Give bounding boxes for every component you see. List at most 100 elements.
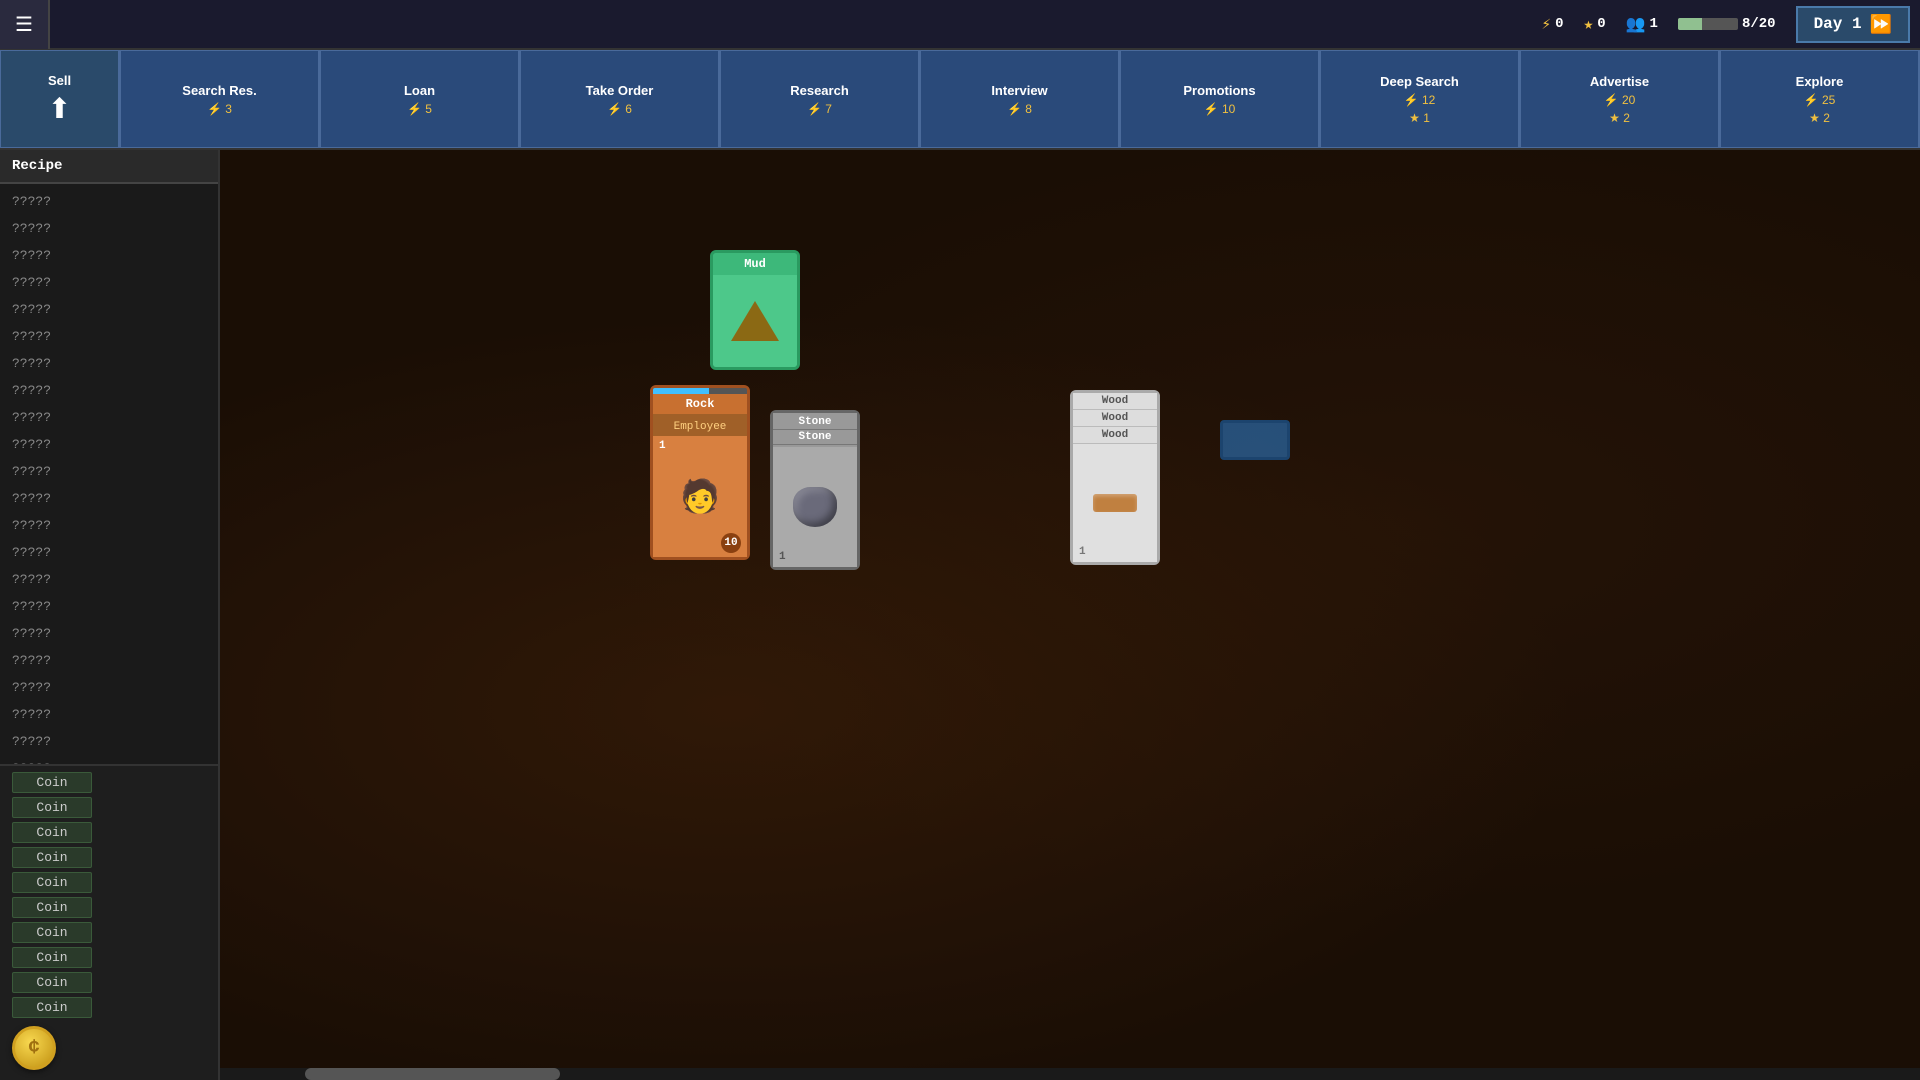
recipe-item[interactable]: ????? [0,323,218,350]
wood-card[interactable]: Wood Wood Wood 1 [1070,390,1160,565]
lightning-icon: ⚡ [1542,14,1552,34]
sell-icon: ⬆ [48,92,71,125]
coin-row: Coin [0,820,218,845]
recipe-item[interactable]: ????? [0,377,218,404]
rock-card-body: 1 🧑 10 [653,436,747,557]
coin-row: Coin [0,970,218,995]
coin-label[interactable]: Coin [12,847,92,868]
coin-label[interactable]: Coin [12,897,92,918]
coin-label[interactable]: Coin [12,822,92,843]
wood-sprite [1093,494,1137,512]
coin-label[interactable]: Coin [12,772,92,793]
horizontal-scrollbar[interactable] [220,1068,1920,1080]
deep-search-label: Deep Search [1380,74,1459,89]
header: ☰ ⚡ 0 ★ 0 👥 1 8/20 Day 1 ⏩ [0,0,1920,50]
deep-search-cost: ⚡ 12 [1404,93,1436,107]
menu-button[interactable]: ☰ [0,0,50,49]
promotions-label: Promotions [1183,83,1255,98]
coin-label[interactable]: Coin [12,797,92,818]
recipe-item[interactable]: ????? [0,188,218,215]
take-order-button[interactable]: Take Order ⚡ 6 [520,50,720,148]
star-value: 0 [1597,16,1605,32]
advertise-button[interactable]: Advertise ⚡ 20 ★ 2 [1520,50,1720,148]
interview-button[interactable]: Interview ⚡ 8 [920,50,1120,148]
wood-body: 1 [1073,444,1157,562]
blue-card-partial[interactable] [1220,420,1290,460]
mud-card[interactable]: Mud [710,250,800,370]
recipe-list[interactable]: ????????????????????????????????????????… [0,184,218,764]
day-display: Day 1 ⏩ [1796,6,1910,43]
search-res-button[interactable]: Search Res. ⚡ 3 [120,50,320,148]
advertise-cost: ⚡ 20 [1604,93,1636,107]
recipe-item[interactable]: ????? [0,593,218,620]
lightning-stat: ⚡ 0 [1542,14,1564,34]
sidebar-title: Recipe [0,150,218,184]
wood-title-rows: Wood Wood Wood [1073,393,1157,444]
recipe-item[interactable]: ????? [0,566,218,593]
coin-label[interactable]: Coin [12,947,92,968]
coin-row: Coin [0,920,218,945]
storage-value: 8/20 [1742,16,1776,32]
recipe-item[interactable]: ????? [0,620,218,647]
recipe-item[interactable]: ????? [0,458,218,485]
recipe-item[interactable]: ????? [0,431,218,458]
recipe-item[interactable]: ????? [0,242,218,269]
recipe-item[interactable]: ????? [0,539,218,566]
coin-row: Coin [0,995,218,1020]
recipe-item[interactable]: ????? [0,647,218,674]
coin-label[interactable]: Coin [12,872,92,893]
coin-row: Coin [0,770,218,795]
rock-employee-card[interactable]: Rock Employee 1 🧑 10 [650,385,750,560]
wood-title-2: Wood [1073,410,1157,427]
rock-subtitle: Employee [674,421,727,433]
recipe-item[interactable]: ????? [0,728,218,755]
game-area[interactable]: Mud Rock Employee 1 🧑 10 [220,150,1920,1080]
recipe-item[interactable]: ????? [0,404,218,431]
stone-number: 1 [779,551,786,563]
stone-title-2: Stone [773,430,857,445]
game-background [220,150,1920,1080]
loan-cost: ⚡ 5 [407,102,432,116]
explore-stars: ★ 2 [1809,111,1830,125]
worker-icon: 👥 [1626,14,1646,34]
research-button[interactable]: Research ⚡ 7 [720,50,920,148]
take-order-cost: ⚡ 6 [607,102,632,116]
wood-title-3: Wood [1073,427,1157,444]
star-icon: ★ [1584,14,1594,34]
recipe-item[interactable]: ????? [0,350,218,377]
deep-search-button[interactable]: Deep Search ⚡ 12 ★ 1 [1320,50,1520,148]
scrollbar-thumb[interactable] [305,1068,560,1080]
loan-button[interactable]: Loan ⚡ 5 [320,50,520,148]
recipe-item[interactable]: ????? [0,512,218,539]
recipe-item[interactable]: ????? [0,485,218,512]
stone-card[interactable]: Stone Stone 1 [770,410,860,570]
coin-label[interactable]: Coin [12,922,92,943]
advertise-stars: ★ 2 [1609,111,1630,125]
worker-value: 1 [1650,16,1658,32]
promotions-button[interactable]: Promotions ⚡ 10 [1120,50,1320,148]
worker-stat: 👥 1 [1626,14,1658,34]
coin-row: Coin [0,795,218,820]
storage-stat: 8/20 [1678,16,1776,32]
coin-sprite[interactable]: ¢ [12,1026,56,1070]
explore-button[interactable]: Explore ⚡ 25 ★ 2 [1720,50,1920,148]
coin-label[interactable]: Coin [12,997,92,1018]
recipe-item[interactable]: ????? [0,701,218,728]
recipe-item[interactable]: ????? [0,215,218,242]
deep-search-stars: ★ 1 [1409,111,1430,125]
stone-title-1: Stone [773,415,857,430]
stats-bar: ⚡ 0 ★ 0 👥 1 8/20 Day 1 ⏩ [1542,6,1920,43]
sell-button[interactable]: Sell ⬆ [0,50,120,148]
coin-label[interactable]: Coin [12,972,92,993]
coin-row: Coin [0,845,218,870]
advance-day-button[interactable]: ⏩ [1870,14,1892,35]
storage-fill [1678,18,1702,30]
recipe-item[interactable]: ????? [0,269,218,296]
coin-area: Coin Coin Coin Coin Coin Coin Coin Coin Coin Coin… [0,764,218,1080]
take-order-label: Take Order [586,83,654,98]
recipe-item[interactable]: ????? [0,674,218,701]
recipe-item[interactable]: ????? [0,755,218,764]
interview-cost: ⚡ 8 [1007,102,1032,116]
recipe-item[interactable]: ????? [0,296,218,323]
loan-label: Loan [404,83,435,98]
